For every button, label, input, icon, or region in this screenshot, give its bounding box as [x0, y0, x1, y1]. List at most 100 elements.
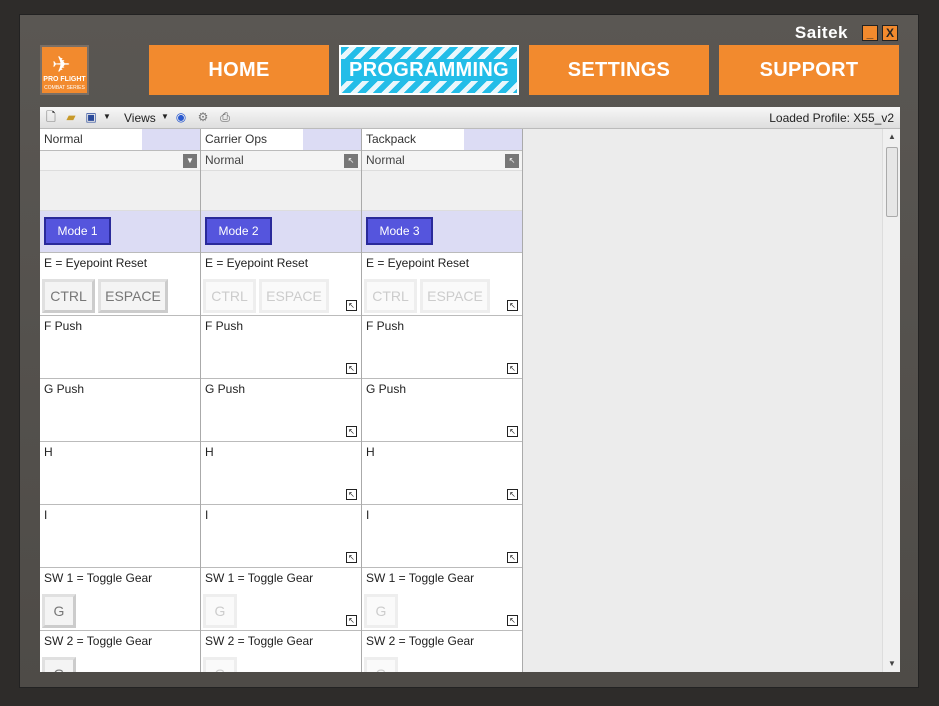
- column-blank-area: [40, 171, 200, 211]
- key-escape[interactable]: ESPACE: [98, 279, 168, 313]
- column-select[interactable]: ▼: [40, 151, 200, 171]
- scroll-up-icon[interactable]: ▲: [883, 129, 900, 145]
- cell-label: I: [366, 508, 370, 522]
- gear-icon[interactable]: ⚙: [196, 110, 210, 124]
- link-icon[interactable]: ↖: [507, 489, 518, 500]
- close-button[interactable]: X: [882, 25, 898, 41]
- column-blank-area: [201, 171, 361, 211]
- command-cell[interactable]: SW 1 = Toggle Gear G: [40, 568, 200, 631]
- save-icon[interactable]: ▣: [84, 110, 98, 124]
- command-cell[interactable]: SW 2 = Toggle GearG↖: [362, 631, 522, 672]
- column-name-field[interactable]: Tackpack: [362, 129, 464, 150]
- mode-button[interactable]: Mode 1: [44, 217, 111, 245]
- cell-label: F Push: [366, 319, 405, 333]
- cell-label: E = Eyepoint Reset: [366, 256, 470, 270]
- command-cell[interactable]: H ↖: [201, 442, 361, 505]
- command-cell[interactable]: SW 2 = Toggle Gear G: [40, 631, 200, 672]
- command-cell[interactable]: SW 1 = Toggle Gear G ↖: [201, 568, 361, 631]
- nav-home[interactable]: HOME: [149, 45, 329, 95]
- command-cell[interactable]: SW 2 = Toggle GearG↖: [201, 631, 361, 672]
- brand-logo: Saitek: [794, 23, 848, 42]
- cell-label: I: [205, 508, 209, 522]
- link-icon[interactable]: ↖: [507, 300, 518, 311]
- open-folder-icon[interactable]: ▰: [64, 110, 78, 124]
- print-icon[interactable]: ⎙: [218, 110, 232, 124]
- mode-button[interactable]: Mode 2: [205, 217, 272, 245]
- column-name-field[interactable]: Carrier Ops: [201, 129, 303, 150]
- link-icon[interactable]: ↖: [346, 426, 357, 437]
- nav-programming[interactable]: PROGRAMMING: [339, 45, 519, 95]
- column-name-field[interactable]: Normal: [40, 129, 142, 150]
- key-ctrl[interactable]: CTRL: [364, 279, 417, 313]
- nav-support[interactable]: SUPPORT: [719, 45, 899, 95]
- save-dropdown-icon[interactable]: ▼: [100, 110, 114, 124]
- cell-label: H: [44, 445, 53, 459]
- command-cell[interactable]: G Push ↖: [201, 379, 361, 442]
- scroll-down-icon[interactable]: ▼: [883, 656, 900, 672]
- command-cell[interactable]: G Push ↖: [362, 379, 522, 442]
- link-icon[interactable]: ↖: [507, 426, 518, 437]
- link-icon[interactable]: ↖: [507, 552, 518, 563]
- key-g[interactable]: G: [42, 594, 76, 628]
- command-cell[interactable]: E = Eyepoint Reset CTRL ESPACE ↖: [362, 253, 522, 316]
- jet-icon: ✈: [52, 52, 71, 77]
- cell-label: I: [44, 508, 48, 522]
- link-icon[interactable]: ↖: [346, 615, 357, 626]
- key-ctrl[interactable]: CTRL: [42, 279, 95, 313]
- vertical-scrollbar[interactable]: ▲ ▼: [882, 129, 900, 672]
- command-cell[interactable]: E = Eyepoint Reset CTRL ESPACE: [40, 253, 200, 316]
- command-cell[interactable]: G Push: [40, 379, 200, 442]
- column-header: Normal: [40, 129, 200, 151]
- command-cell[interactable]: F Push ↖: [201, 316, 361, 379]
- command-cell[interactable]: F Push ↖: [362, 316, 522, 379]
- key-g[interactable]: G: [42, 657, 76, 672]
- link-icon[interactable]: ↖: [505, 154, 519, 168]
- toolbar: 🗋 ▰ ▣ ▼ Views ▼ ◉ ⚙ ⎙ Loaded Profile: X5…: [40, 107, 900, 129]
- link-icon[interactable]: ↖: [507, 363, 518, 374]
- link-icon[interactable]: ↖: [346, 489, 357, 500]
- chevron-down-icon[interactable]: ▼: [183, 154, 197, 168]
- nav-settings[interactable]: SETTINGS: [529, 45, 709, 95]
- key-escape[interactable]: ESPACE: [259, 279, 329, 313]
- views-menu[interactable]: Views: [124, 111, 156, 125]
- column-select[interactable]: Normal ↖: [201, 151, 361, 171]
- cell-label: G Push: [205, 382, 246, 396]
- key-g[interactable]: G: [364, 657, 398, 672]
- link-icon[interactable]: ↖: [346, 363, 357, 374]
- minimize-button[interactable]: _: [862, 25, 878, 41]
- command-cell[interactable]: SW 1 = Toggle Gear G ↖: [362, 568, 522, 631]
- link-icon[interactable]: ↖: [507, 615, 518, 626]
- programming-grid-area: Normal ▼ Mode 1E = Eyepoint Reset CTRL ESPAC…: [40, 129, 900, 672]
- column-select[interactable]: Normal ↖: [362, 151, 522, 171]
- new-file-icon[interactable]: 🗋: [44, 110, 58, 124]
- views-dropdown-icon[interactable]: ▼: [158, 110, 172, 124]
- link-icon[interactable]: ↖: [344, 154, 358, 168]
- command-cell[interactable]: I: [40, 505, 200, 568]
- command-cell[interactable]: E = Eyepoint Reset CTRL ESPACE ↖: [201, 253, 361, 316]
- app-frame: Saitek _ X ✈ PRO FLIGHT COMBAT SERIES HO…: [0, 0, 939, 706]
- key-g[interactable]: G: [364, 594, 398, 628]
- command-cell[interactable]: H ↖: [362, 442, 522, 505]
- link-icon[interactable]: ↖: [346, 300, 357, 311]
- command-cell[interactable]: I ↖: [201, 505, 361, 568]
- column-blank-area: [362, 171, 522, 211]
- key-escape[interactable]: ESPACE: [420, 279, 490, 313]
- scroll-thumb[interactable]: [886, 147, 898, 217]
- cell-label: E = Eyepoint Reset: [205, 256, 309, 270]
- command-cell[interactable]: F Push: [40, 316, 200, 379]
- mode-column: Normal ▼ Mode 1 E = Eyepoint Reset CTRL ESPAC…: [40, 129, 201, 672]
- key-g[interactable]: G: [203, 657, 237, 672]
- globe-icon[interactable]: ◉: [174, 110, 188, 124]
- cell-label: F Push: [44, 319, 83, 333]
- mode-button[interactable]: Mode 3: [366, 217, 433, 245]
- key-g[interactable]: G: [203, 594, 237, 628]
- command-cell[interactable]: H: [40, 442, 200, 505]
- cell-label: SW 2 = Toggle Gear: [366, 634, 475, 648]
- mode-row: Mode 3: [362, 211, 522, 253]
- cell-label: E = Eyepoint Reset: [44, 256, 148, 270]
- command-cell[interactable]: I ↖: [362, 505, 522, 568]
- key-ctrl[interactable]: CTRL: [203, 279, 256, 313]
- cell-label: SW 1 = Toggle Gear: [366, 571, 475, 585]
- cell-label: SW 1 = Toggle Gear: [205, 571, 314, 585]
- link-icon[interactable]: ↖: [346, 552, 357, 563]
